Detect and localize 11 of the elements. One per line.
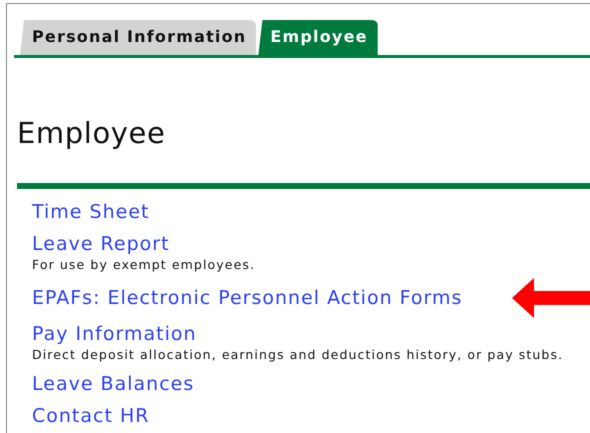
tab[interactable]: Employee bbox=[258, 20, 378, 55]
menu-link[interactable]: EPAFs: Electronic Personnel Action Forms bbox=[32, 282, 462, 314]
menu-link[interactable]: Time Sheet bbox=[32, 196, 150, 228]
menu-link[interactable]: Contact HR bbox=[32, 400, 150, 432]
menu-link[interactable]: Leave Report bbox=[32, 228, 170, 260]
link-description: For use by exempt employees. bbox=[32, 258, 256, 272]
link-description: Direct deposit allocation, earnings and deductions history, or pay stubs. bbox=[32, 348, 564, 362]
page-heading: Employee bbox=[17, 115, 166, 152]
tab[interactable]: Personal Information bbox=[20, 20, 256, 55]
menu-link[interactable]: Pay Information bbox=[32, 318, 197, 350]
menu-link[interactable]: Leave Balances bbox=[32, 368, 194, 400]
